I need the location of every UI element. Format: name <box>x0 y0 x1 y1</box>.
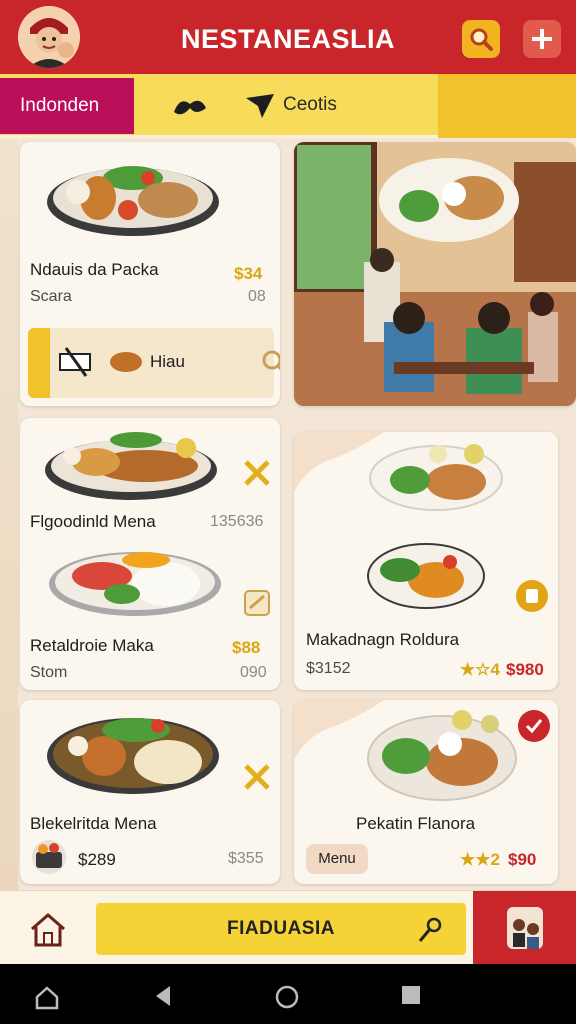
side-decoration <box>0 140 18 890</box>
add-button[interactable] <box>523 20 561 58</box>
system-home-icon[interactable] <box>34 984 60 1010</box>
dish-name-2: Retaldroie Maka <box>30 636 154 655</box>
app-header: NESTANEASLIA <box>0 0 576 74</box>
cta-label: FIADUASIA <box>227 918 335 939</box>
promo-label: Hiau <box>150 352 185 371</box>
badge-button[interactable] <box>516 580 548 612</box>
back-icon[interactable] <box>152 984 174 1008</box>
home-icon[interactable] <box>28 909 68 949</box>
family-avatar-icon <box>507 907 543 949</box>
dish-name: Flgoodinld Mena <box>30 512 156 531</box>
dish-extra: 08 <box>248 288 266 305</box>
dish-rating: ★☆4 <box>460 660 500 679</box>
menu-card-5[interactable]: Pekatin Flanora Menu ★★2 $90 <box>294 700 558 884</box>
tab-indonden[interactable]: Indonden <box>0 78 134 134</box>
food-plate-image <box>367 710 517 801</box>
search-icon[interactable] <box>260 348 280 378</box>
primary-cta-button[interactable]: FIADUASIA <box>96 903 466 955</box>
recents-icon[interactable] <box>400 984 422 1006</box>
tag-icon <box>526 589 538 603</box>
bread-icon <box>110 352 142 372</box>
tab-ceotis[interactable]: Ceotis <box>283 94 337 116</box>
profile-button[interactable] <box>473 891 576 965</box>
utensils-icon[interactable] <box>242 762 272 792</box>
dish-name: Pekatin Flanora <box>356 814 476 833</box>
food-plate-image <box>49 552 221 616</box>
system-navigation-bar <box>0 964 576 1024</box>
dish-price: $90 <box>508 850 537 869</box>
food-plate-image <box>47 166 219 236</box>
menu-card-3[interactable]: Makadnagn Roldura $3152 ★☆4 $980 <box>294 432 558 690</box>
circle-home-icon[interactable] <box>274 984 300 1010</box>
dish-price: $289 <box>78 850 116 869</box>
food-plate-image <box>47 718 219 794</box>
food-bowl-icon <box>32 840 66 874</box>
dish-name: Makadnagn Roldura <box>306 630 460 649</box>
dish-price-2: $88 <box>232 638 261 657</box>
dish-name: Ndauis da Packa <box>30 260 159 279</box>
chopsticks-icon <box>59 347 91 377</box>
receipt-icon[interactable] <box>242 588 272 618</box>
dish-rating: ★★2 <box>460 850 500 869</box>
dish-price: $980 <box>506 660 544 679</box>
menu-card-1[interactable]: Ndauis da Packa $34 Scara 08 Hiau <box>20 142 280 406</box>
food-plate-image <box>367 543 485 609</box>
category-tabs: Indonden Ceotis <box>0 74 576 138</box>
bottom-bar: FIADUASIA <box>0 890 576 965</box>
promo-strip[interactable]: Hiau <box>28 328 280 398</box>
utensils-icon[interactable] <box>242 458 272 488</box>
dish-price: $34 <box>234 264 263 283</box>
food-plate-image <box>369 444 503 511</box>
dish-subtitle-2: Stom <box>30 664 68 681</box>
restaurant-scene-image <box>294 142 576 406</box>
dish-subtitle: Scara <box>30 288 72 305</box>
tab-extra[interactable] <box>438 74 576 138</box>
check-icon <box>525 719 543 734</box>
search-button[interactable] <box>462 20 500 58</box>
plus-icon <box>532 29 552 49</box>
dish-extra-2: 090 <box>240 664 267 681</box>
menu-button[interactable]: Menu <box>306 844 368 874</box>
favorite-button[interactable] <box>518 710 550 742</box>
leaf-pepper-icon[interactable] <box>170 92 210 120</box>
dish-name: Blekelritda Mena <box>30 814 157 833</box>
dish-price: 135636 <box>210 513 264 530</box>
dish-subtitle: $3152 <box>306 660 351 677</box>
restaurant-photo[interactable] <box>294 142 576 406</box>
bird-icon[interactable] <box>244 92 276 120</box>
dish-price-alt: $355 <box>228 850 264 867</box>
food-plate-image <box>45 432 217 500</box>
microphone-icon[interactable] <box>416 917 444 945</box>
menu-card-2[interactable]: Flgoodinld Mena 135636 Retaldroie Maka $… <box>20 418 280 690</box>
menu-card-4[interactable]: Blekelritda Mena $289 $355 <box>20 700 280 884</box>
search-icon <box>470 28 493 51</box>
